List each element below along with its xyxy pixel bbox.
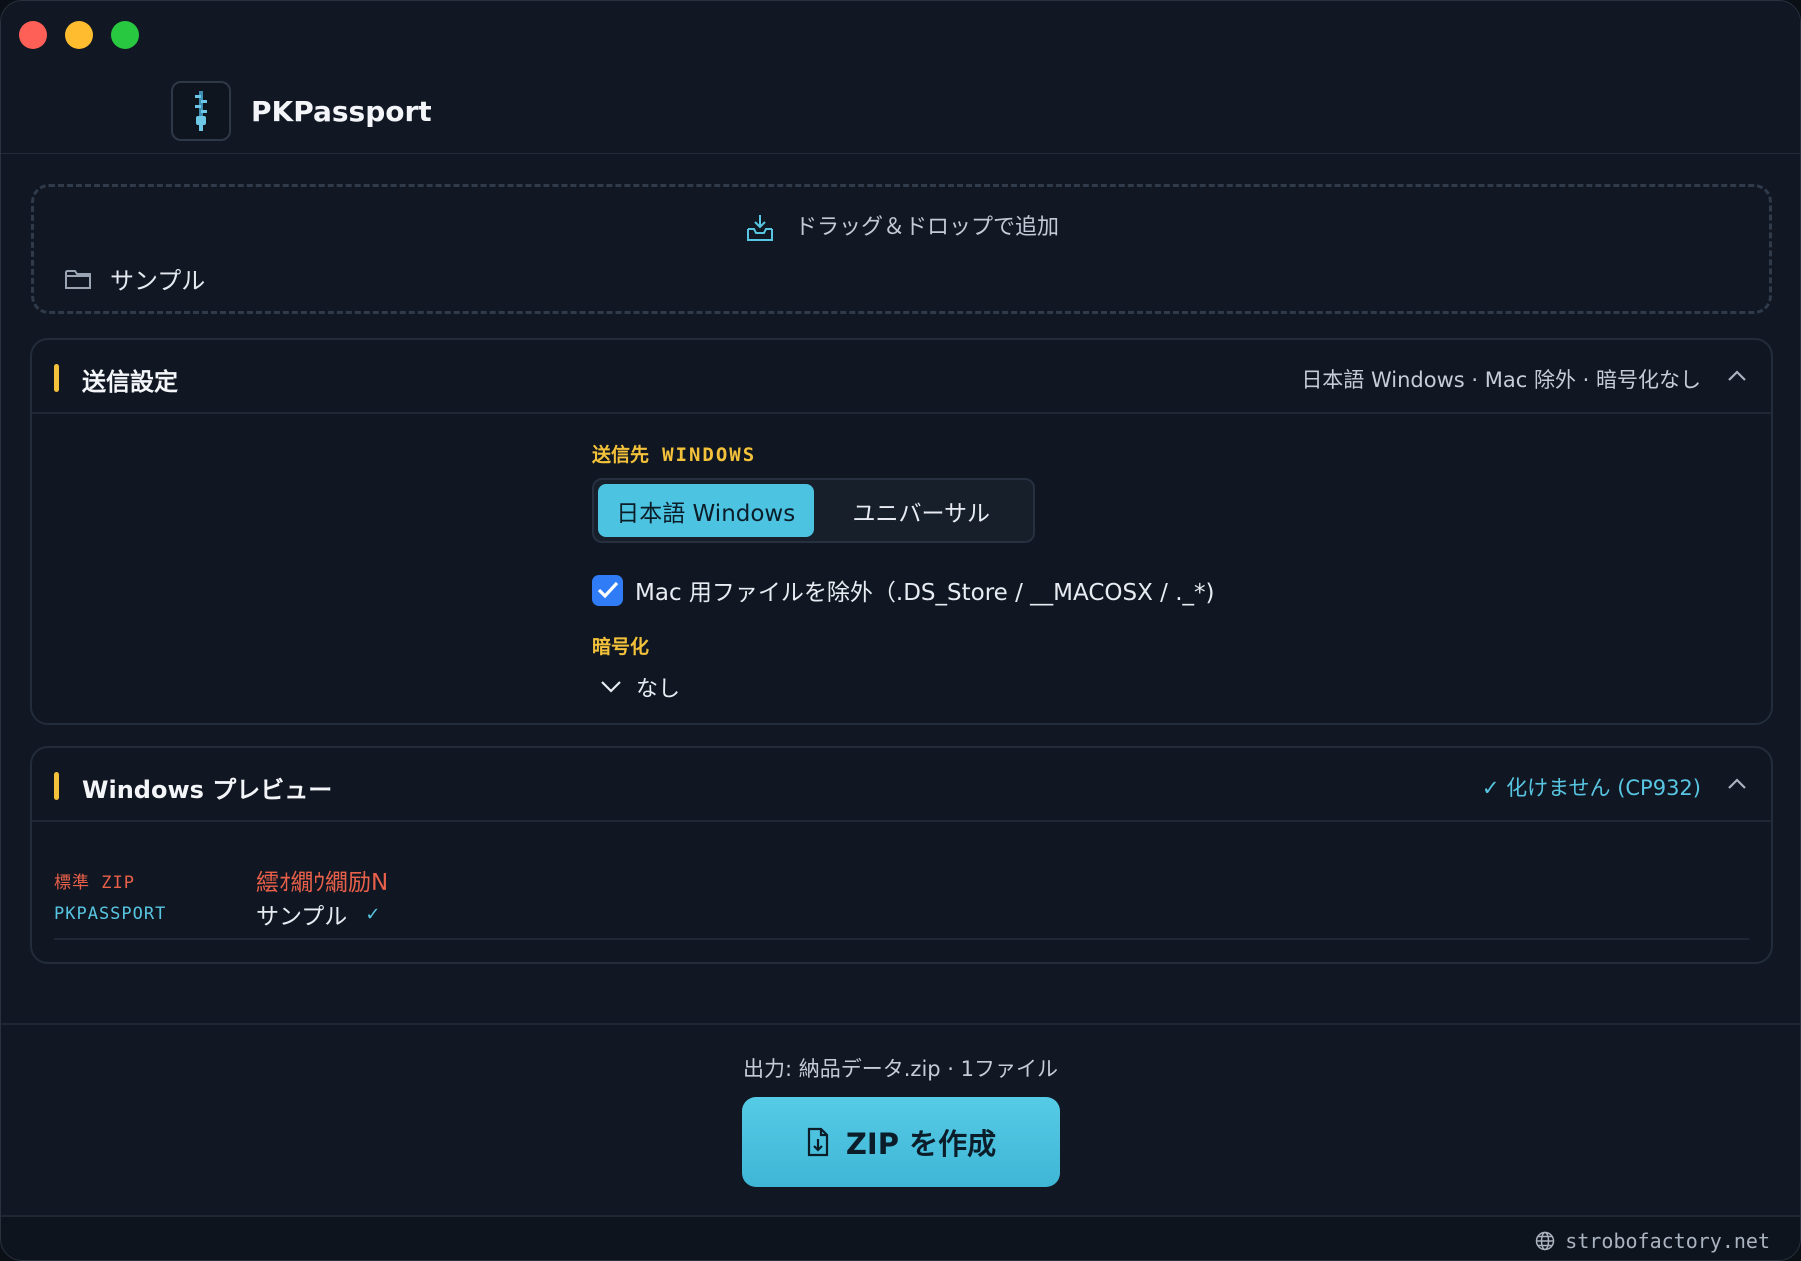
send-settings-panel: 送信設定 日本語 Windows · Mac 除外 · 暗号化なし 送信先 WI… bbox=[30, 338, 1773, 725]
preview-row-standard-zip: 標準 ZIP 繧ｵ繝ｳ繝励Ν bbox=[54, 863, 388, 897]
destination-segmented-control: 日本語 Windows ユニバーサル bbox=[592, 478, 1035, 543]
exclude-mac-checkbox[interactable] bbox=[592, 574, 623, 606]
preview-key: PKPASSPORT bbox=[54, 904, 167, 924]
encryption-label: 暗号化 bbox=[592, 636, 650, 658]
send-settings-header[interactable]: 送信設定 日本語 Windows · Mac 除外 · 暗号化なし bbox=[32, 340, 1771, 414]
exclude-mac-row[interactable]: Mac 用ファイルを除外（.DS_Store / __MACOSX / ._*) bbox=[592, 573, 1215, 607]
windows-preview-title: Windows プレビュー bbox=[82, 776, 333, 804]
app-title: PKPassport bbox=[251, 95, 432, 128]
app-window: PKPassport ドラッグ＆ドロップで追加 サンプル 送信設定 日本語 Wi… bbox=[0, 0, 1801, 1261]
window-controls bbox=[19, 21, 139, 49]
divider bbox=[54, 938, 1749, 940]
destination-value: WINDOWS bbox=[662, 444, 757, 466]
checkmark-icon bbox=[597, 581, 618, 599]
drop-hint: ドラッグ＆ドロップで追加 bbox=[34, 209, 1769, 243]
globe-icon bbox=[1536, 1231, 1555, 1251]
output-info: 出力: 納品データ.zip · 1ファイル bbox=[743, 1057, 1058, 1081]
encryption-value: なし bbox=[636, 677, 681, 702]
drop-hint-label: ドラッグ＆ドロップで追加 bbox=[794, 215, 1059, 240]
option-universal[interactable]: ユニバーサル bbox=[814, 484, 1030, 537]
preview-value: サンプル bbox=[256, 904, 348, 930]
send-settings-summary: 日本語 Windows · Mac 除外 · 暗号化なし bbox=[1301, 368, 1701, 392]
accent-bar bbox=[54, 772, 59, 800]
website-label: strobofactory.net bbox=[1565, 1229, 1770, 1253]
chevron-down-icon bbox=[601, 681, 621, 693]
create-zip-button[interactable]: ZIP を作成 bbox=[742, 1097, 1060, 1187]
preview-value-garbled: 繧ｵ繝ｳ繝励Ν bbox=[256, 870, 389, 896]
preview-key: 標準 ZIP bbox=[54, 872, 135, 893]
destination-label: 送信先 WINDOWS bbox=[592, 444, 757, 466]
folder-name: サンプル bbox=[110, 267, 206, 295]
accent-bar bbox=[54, 364, 59, 392]
send-settings-title: 送信設定 bbox=[82, 368, 178, 396]
windows-preview-header[interactable]: Windows プレビュー ✓ 化けません (CP932) bbox=[32, 748, 1771, 822]
preview-table: 標準 ZIP 繧ｵ繝ｳ繝励Ν PKPASSPORT サンプル ✓ bbox=[54, 863, 388, 931]
close-window-button[interactable] bbox=[19, 21, 47, 49]
windows-preview-panel: Windows プレビュー ✓ 化けません (CP932) 標準 ZIP 繧ｵ繝… bbox=[30, 746, 1773, 964]
zipper-icon bbox=[171, 81, 231, 141]
preview-row-pkpassport: PKPASSPORT サンプル ✓ bbox=[54, 897, 388, 931]
status-bar: strobofactory.net bbox=[1, 1215, 1800, 1260]
titlebar: PKPassport bbox=[1, 1, 1800, 154]
tray-download-icon bbox=[746, 215, 773, 241]
website-link[interactable]: strobofactory.net bbox=[1535, 1229, 1770, 1253]
drop-zone[interactable]: ドラッグ＆ドロップで追加 サンプル bbox=[31, 184, 1772, 314]
footer: 出力: 納品データ.zip · 1ファイル ZIP を作成 bbox=[1, 1023, 1800, 1215]
encoding-status: ✓ 化けません (CP932) bbox=[1481, 776, 1701, 800]
check-icon: ✓ bbox=[365, 903, 381, 925]
option-japanese-windows[interactable]: 日本語 Windows bbox=[598, 484, 814, 537]
encryption-select[interactable]: なし bbox=[600, 671, 680, 703]
zoom-window-button[interactable] bbox=[111, 21, 139, 49]
chevron-up-icon[interactable] bbox=[1727, 368, 1747, 382]
exclude-mac-label: Mac 用ファイルを除外（.DS_Store / __MACOSX / ._*) bbox=[635, 580, 1215, 606]
create-zip-label: ZIP を作成 bbox=[845, 1127, 997, 1161]
chevron-up-icon[interactable] bbox=[1727, 776, 1747, 790]
folder-item[interactable]: サンプル bbox=[64, 261, 205, 296]
document-download-icon bbox=[807, 1127, 829, 1157]
folder-icon bbox=[65, 269, 91, 289]
minimize-window-button[interactable] bbox=[65, 21, 93, 49]
